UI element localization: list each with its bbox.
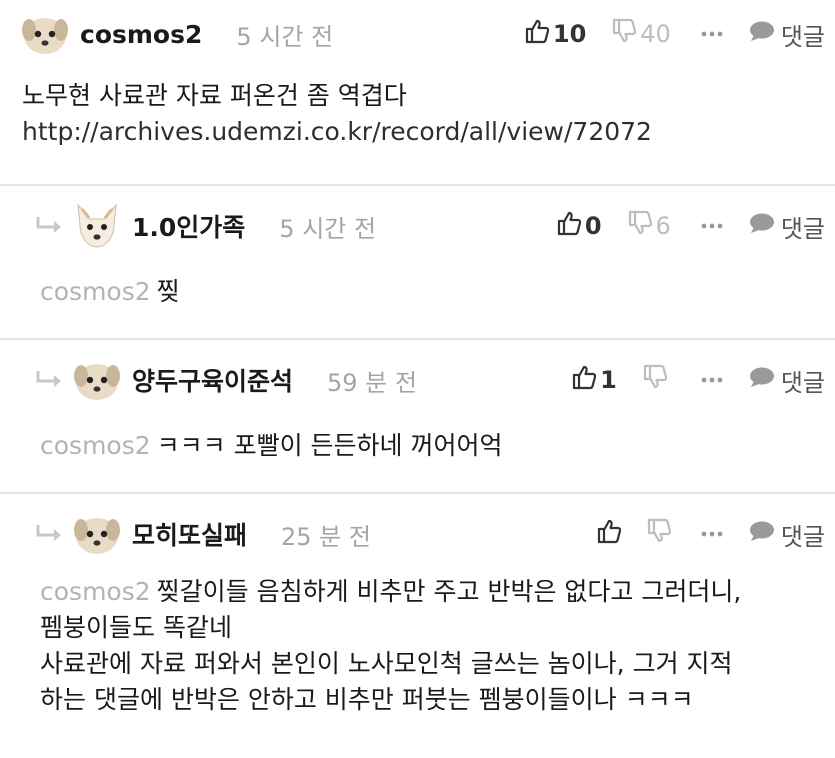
downvote-count: 6 [655, 212, 671, 240]
reply-arrow-icon [34, 369, 72, 391]
comment-header: cosmos2 5 시간 전 10 40 댓글 [0, 10, 835, 58]
speech-bubble-icon [749, 212, 781, 240]
reply-button[interactable]: 댓글 [749, 363, 825, 398]
mention[interactable]: cosmos2 [40, 277, 151, 306]
avatar[interactable] [20, 12, 70, 56]
upvote-count: 10 [552, 20, 587, 48]
upvote-button[interactable]: 0 [557, 210, 602, 242]
thumbs-down-icon [628, 210, 652, 242]
comment-link[interactable]: http://archives.udemzi.co.kr/record/all/… [22, 114, 835, 150]
thumbs-up-icon [557, 210, 582, 242]
nickname[interactable]: cosmos2 [80, 20, 202, 49]
thumbs-up-icon [572, 364, 597, 396]
downvote-button[interactable] [643, 364, 671, 396]
timestamp: 25 분 전 [281, 522, 371, 551]
speech-bubble-icon [749, 520, 781, 548]
comment-header: 양두구육이준석 59 분 전 1 댓글 [0, 356, 835, 404]
comment-body: cosmos2 ㅋㅋㅋ 포빨이 든든하네 꺼어어억 [40, 428, 835, 464]
comment-line: 사료관에 자료 퍼와서 본인이 노사모인척 글쓰는 놈이나, 그거 지적 [40, 649, 733, 678]
downvote-button[interactable]: 40 [612, 18, 671, 50]
nickname[interactable]: 모히또실패 [132, 516, 247, 552]
avatar[interactable] [72, 203, 122, 248]
comment-text-content: 찢 [156, 277, 180, 306]
avatar[interactable] [72, 358, 122, 402]
downvote-button[interactable] [647, 518, 672, 550]
more-icon[interactable] [697, 531, 727, 537]
reply-label: 댓글 [780, 214, 825, 243]
upvote-button[interactable]: 1 [572, 364, 617, 396]
speech-bubble-icon [749, 366, 781, 394]
comment: 모히또실패 25 분 전 댓글 cosmos2 찢갈이들 음침하게 비추만 주고 … [0, 494, 835, 758]
timestamp: 5 시간 전 [236, 22, 334, 51]
comment-body: cosmos2 찢 [40, 274, 835, 310]
comment-header: 1.0인가족 5 시간 전 0 6 댓글 [0, 202, 835, 250]
reply-button[interactable]: 댓글 [749, 17, 825, 52]
downvote-count: 40 [640, 20, 671, 48]
thumbs-up-icon [597, 518, 622, 550]
upvote-button[interactable]: 10 [525, 18, 586, 50]
comment: cosmos2 5 시간 전 10 40 댓글 노무현 사료관 자료 퍼온건 좀… [0, 0, 835, 186]
comment-line: cosmos2 찢갈이들 음침하게 비추만 주고 반박은 없다고 그러더니, [40, 574, 835, 610]
timestamp: 5 시간 전 [279, 214, 377, 243]
reply-label: 댓글 [780, 522, 825, 551]
reply-label: 댓글 [780, 22, 825, 51]
downvote-button[interactable]: 6 [628, 210, 671, 242]
upvote-count: 0 [584, 212, 602, 240]
comment-body: 노무현 사료관 자료 퍼온건 좀 역겹다 http://archives.ude… [22, 78, 835, 150]
reply-arrow-icon [34, 215, 72, 237]
comment-line: 펨붕이들도 똑같네 [40, 613, 232, 642]
comment-text: cosmos2 ㅋㅋㅋ 포빨이 든든하네 꺼어어억 [40, 428, 835, 464]
upvote-button[interactable] [597, 518, 622, 550]
more-icon[interactable] [697, 31, 727, 37]
thumbs-down-icon [643, 364, 668, 396]
reply-arrow-icon [34, 523, 72, 545]
speech-bubble-icon [749, 20, 781, 48]
comment-text: cosmos2 찢 [40, 274, 835, 310]
mention[interactable]: cosmos2 [40, 577, 151, 606]
more-icon[interactable] [697, 377, 727, 383]
reply-label: 댓글 [780, 368, 825, 397]
more-icon[interactable] [697, 223, 727, 229]
comment-text-content: 찢갈이들 음침하게 비추만 주고 반박은 없다고 그러더니, [156, 577, 742, 606]
comment-body: cosmos2 찢갈이들 음침하게 비추만 주고 반박은 없다고 그러더니, 펨붕… [40, 574, 835, 718]
comment-text-content: ㅋㅋㅋ 포빨이 든든하네 꺼어어억 [156, 431, 503, 460]
comment-text: 노무현 사료관 자료 퍼온건 좀 역겹다 [22, 81, 407, 110]
upvote-count: 1 [600, 366, 617, 394]
comment-line: 하는 댓글에 반박은 안하고 비추만 퍼붓는 펨붕이들이나 ㅋㅋㅋ [40, 685, 694, 714]
nickname[interactable]: 1.0인가족 [132, 208, 245, 244]
thumbs-down-icon [612, 18, 637, 50]
comment-header: 모히또실패 25 분 전 댓글 [0, 510, 835, 558]
avatar[interactable] [72, 512, 122, 556]
reply-button[interactable]: 댓글 [749, 517, 825, 552]
comment: 1.0인가족 5 시간 전 0 6 댓글 cosmos2 찢 [0, 186, 835, 340]
comment: 양두구육이준석 59 분 전 1 댓글 cosmos2 ㅋㅋㅋ 포빨이 든든하네 … [0, 340, 835, 494]
nickname[interactable]: 양두구육이준석 [132, 362, 293, 398]
thumbs-up-icon [525, 18, 550, 50]
thumbs-down-icon [647, 518, 672, 550]
reply-button[interactable]: 댓글 [749, 209, 825, 244]
mention[interactable]: cosmos2 [40, 431, 151, 460]
timestamp: 59 분 전 [327, 368, 417, 397]
